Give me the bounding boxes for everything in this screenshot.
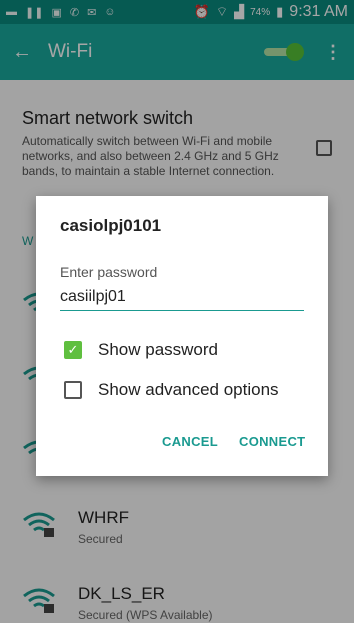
password-input[interactable] bbox=[60, 284, 304, 311]
show-advanced-option[interactable]: Show advanced options bbox=[64, 380, 279, 400]
password-label: Enter password bbox=[60, 264, 158, 280]
dialog-title: casiolpj0101 bbox=[60, 216, 162, 235]
show-password-label: Show password bbox=[98, 340, 219, 359]
wifi-password-dialog: casiolpj0101 Enter password ✓ Show passw… bbox=[36, 196, 328, 476]
checkmark-icon: ✓ bbox=[67, 342, 79, 357]
show-password-option[interactable]: ✓ Show password bbox=[64, 340, 218, 360]
cancel-button[interactable]: CANCEL bbox=[162, 434, 218, 449]
show-advanced-label: Show advanced options bbox=[98, 380, 279, 399]
show-advanced-checkbox[interactable] bbox=[64, 381, 82, 399]
show-password-checkbox[interactable]: ✓ bbox=[64, 341, 82, 359]
connect-button[interactable]: CONNECT bbox=[239, 434, 305, 449]
